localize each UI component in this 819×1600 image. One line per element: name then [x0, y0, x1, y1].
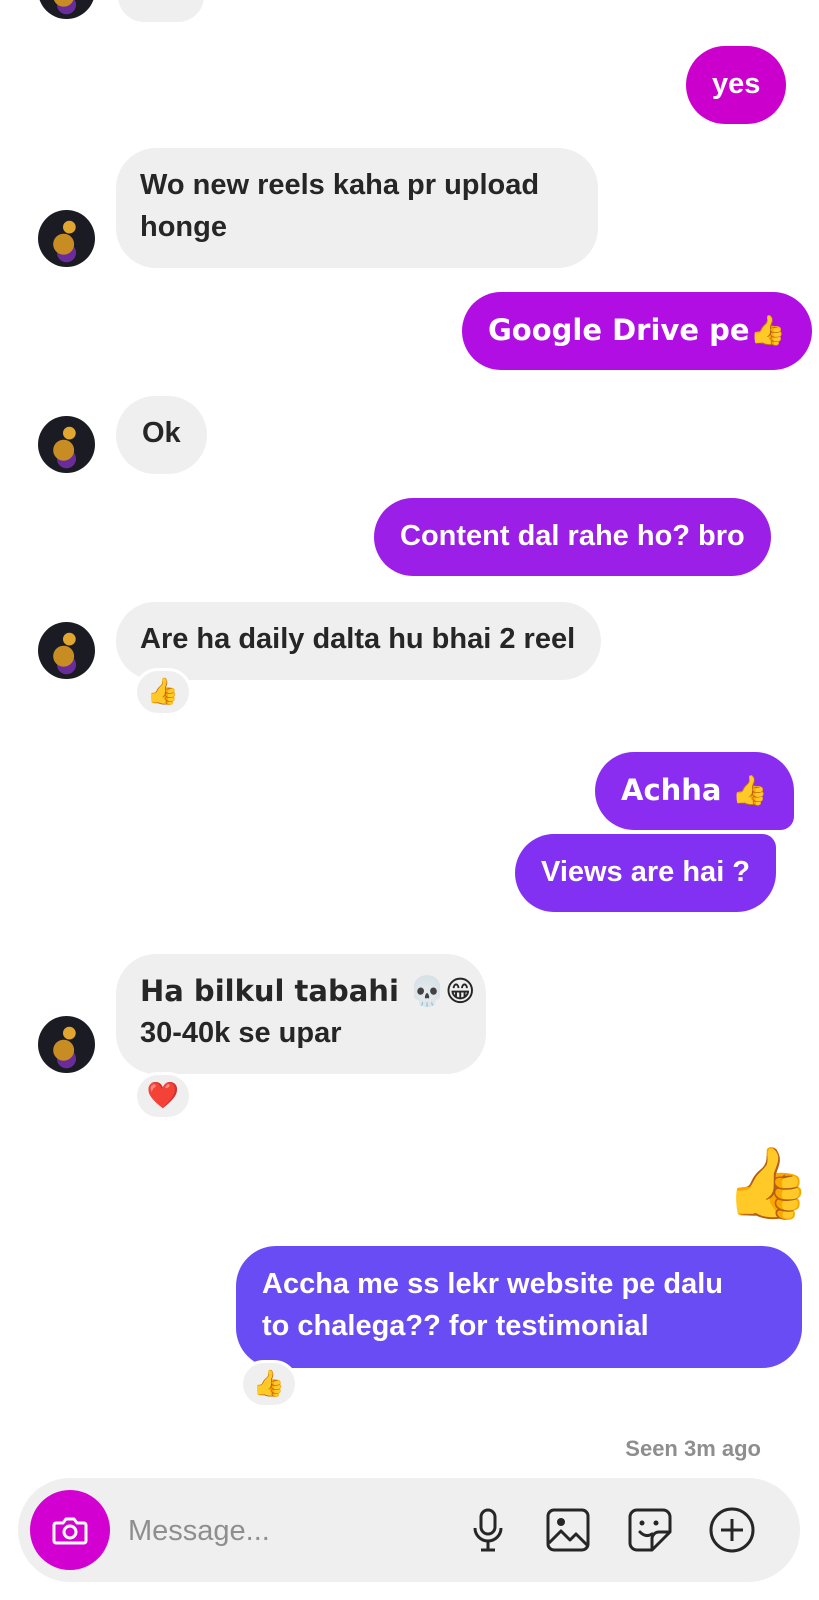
avatar[interactable]: [38, 0, 95, 19]
message-text: Wo new reels kaha pr upload: [140, 169, 540, 201]
outgoing-message[interactable]: Views are hai ?: [515, 834, 777, 912]
avatar[interactable]: [38, 416, 95, 473]
message-text: Achha 👍: [621, 773, 768, 807]
outgoing-message[interactable]: Content dal rahe ho? bro: [374, 498, 771, 576]
message-text: Accha me ss lekr website pe dalu: [262, 1268, 723, 1300]
message-input[interactable]: [126, 1506, 450, 1556]
gallery-button[interactable]: [544, 1506, 592, 1554]
incoming-message[interactable]: Ok: [116, 396, 207, 474]
incoming-message[interactable]: Ha bilkul tabahi 💀😁 30-40k se upar: [116, 954, 486, 1074]
message-text: Views are hai ?: [541, 856, 751, 888]
like-emoji-message[interactable]: 👍: [724, 1148, 811, 1218]
message-text: Are ha daily dalta hu bhai 2 reel: [140, 623, 576, 655]
voice-message-button[interactable]: [464, 1506, 512, 1554]
plus-circle-icon: [709, 1507, 755, 1553]
message-text: to chalega?? for testimonial: [262, 1310, 649, 1342]
message-text: Google Drive pe👍: [488, 313, 786, 347]
message-text: yes: [712, 68, 761, 100]
camera-icon: [52, 1517, 88, 1545]
avatar[interactable]: [38, 210, 95, 267]
sticker-icon: [628, 1508, 672, 1552]
message-text: Ha bilkul tabahi 💀😁: [140, 974, 476, 1008]
message-text: 30-40k se upar: [140, 1017, 342, 1049]
more-options-button[interactable]: [708, 1506, 756, 1554]
message-reaction[interactable]: ❤️: [134, 1072, 192, 1120]
sticker-button[interactable]: [626, 1506, 674, 1554]
microphone-icon: [473, 1508, 503, 1552]
seen-status: Seen 3m ago: [625, 1436, 761, 1461]
incoming-message[interactable]: Are ha daily dalta hu bhai 2 reel: [116, 602, 602, 680]
incoming-message[interactable]: Wo new reels kaha pr upload honge: [116, 148, 598, 268]
message-text: Ok: [142, 417, 181, 449]
avatar[interactable]: [38, 1016, 95, 1073]
avatar[interactable]: [38, 622, 95, 679]
camera-button[interactable]: [30, 1490, 110, 1570]
message-text: Content dal rahe ho? bro: [400, 520, 745, 552]
message-bubble-partial: [118, 0, 204, 22]
message-text: honge: [140, 211, 227, 243]
image-icon: [546, 1508, 590, 1552]
outgoing-message[interactable]: Accha me ss lekr website pe dalu to chal…: [236, 1246, 802, 1368]
outgoing-message[interactable]: Google Drive pe👍: [462, 292, 812, 370]
outgoing-message[interactable]: Achha 👍: [595, 752, 794, 830]
message-reaction[interactable]: 👍: [240, 1360, 298, 1408]
message-composer: [18, 1478, 800, 1582]
outgoing-message[interactable]: yes: [686, 46, 787, 124]
message-reaction[interactable]: 👍: [134, 668, 192, 716]
